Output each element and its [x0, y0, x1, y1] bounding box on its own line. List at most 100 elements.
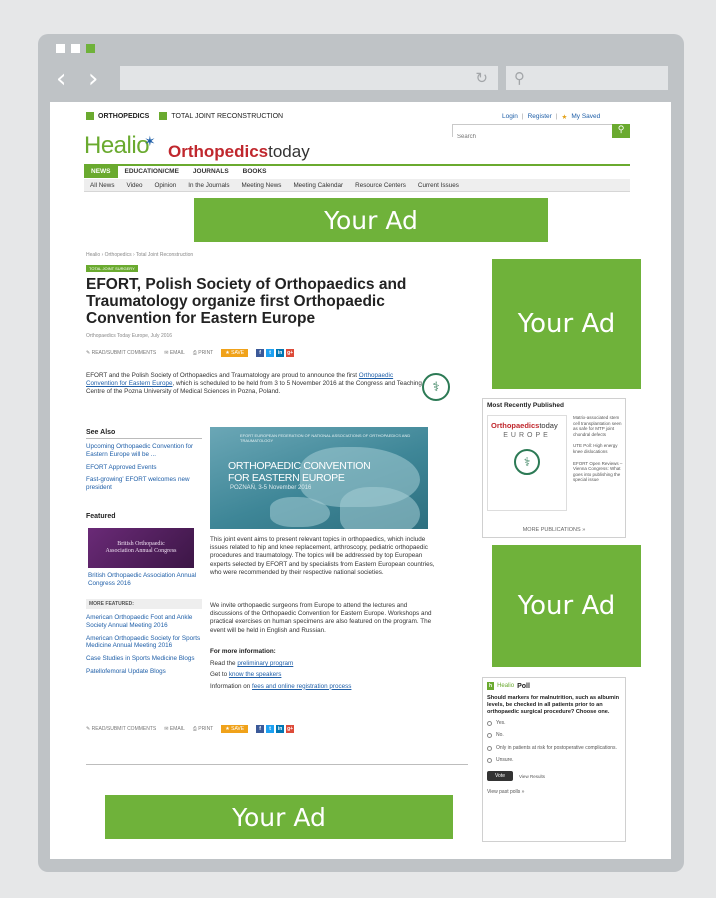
chevron-left-icon[interactable]: ‹ [56, 66, 66, 92]
subnav-video[interactable]: Video [121, 182, 149, 189]
more-featured-header: MORE FEATURED: [86, 599, 202, 609]
subnav-in-the-journals[interactable]: In the Journals [182, 182, 235, 189]
publication-cover[interactable]: Orthopaedicstoday EUROPE ⚕ [487, 415, 567, 511]
site-search-input[interactable] [453, 131, 613, 143]
subnav-opinion[interactable]: Opinion [149, 182, 183, 189]
chevron-right-icon[interactable]: › [88, 66, 98, 92]
featured-caption-link[interactable]: British Orthopaedic Association Annual C… [88, 572, 204, 588]
healio-poll: h Healio Poll Should markers for malnutr… [482, 677, 626, 842]
comments-link[interactable]: ✎ READ/SUBMIT COMMENTS [86, 726, 156, 732]
cover-seal-icon: ⚕ [514, 449, 540, 475]
register-link[interactable]: Register [528, 113, 552, 121]
radio-button[interactable] [487, 721, 492, 726]
view-results-link[interactable]: View Results [519, 774, 545, 779]
nav-education-cme[interactable]: EDUCATION/CME [118, 166, 186, 178]
tag-square-icon [159, 112, 168, 120]
preliminary-program-link[interactable]: preliminary program [237, 660, 293, 667]
vote-button[interactable]: Vote [487, 771, 514, 782]
linkedin-icon[interactable]: in [276, 725, 285, 733]
ad-right-2[interactable]: Your Ad [492, 545, 641, 667]
google-plus-icon[interactable]: g+ [286, 349, 295, 357]
search-button[interactable]: ⚲ [612, 124, 630, 138]
my-saved-link[interactable]: My Saved [571, 113, 600, 121]
poll-option[interactable]: Yes. [483, 720, 625, 726]
window-dot-3[interactable] [86, 44, 95, 53]
facebook-icon[interactable]: f [256, 725, 265, 733]
share-toolbar-bottom: ✎ READ/SUBMIT COMMENTS ✉ EMAIL ⎙ PRINT ★… [86, 725, 295, 733]
poll-option[interactable]: No. [483, 732, 625, 739]
speakers-link[interactable]: know the speakers [229, 671, 282, 678]
nav-journals[interactable]: JOURNALS [186, 166, 236, 178]
more-publications-link[interactable]: MORE PUBLICATIONS » [483, 527, 625, 533]
twitter-icon[interactable]: t [266, 349, 275, 357]
ptoitr-seal-icon: ⚕ [422, 373, 450, 401]
most-recently-published: Most Recently Published Orthopaedicstoda… [482, 398, 626, 538]
facebook-icon[interactable]: f [256, 349, 265, 357]
radio-button[interactable] [487, 733, 492, 739]
past-polls-link[interactable]: View past polls » [483, 783, 625, 795]
ad-right-1[interactable]: Your Ad [492, 259, 641, 389]
mrp-item-link[interactable]: EFORT Open Reviews – Vienna Congress: Wh… [573, 461, 625, 483]
registration-link[interactable]: fees and online registration process [252, 683, 351, 690]
comments-link[interactable]: ✎ READ/SUBMIT COMMENTS [86, 350, 156, 356]
radio-button[interactable] [487, 757, 492, 763]
nav-news[interactable]: NEWS [84, 166, 118, 178]
radio-button[interactable] [487, 745, 492, 751]
convention-banner-image: EFORT EUROPEAN FEDERATION OF NATIONAL AS… [210, 427, 428, 529]
twitter-icon[interactable]: t [266, 725, 275, 733]
see-also-link[interactable]: EFORT Approved Events [86, 464, 202, 472]
linkedin-icon[interactable]: in [276, 349, 285, 357]
subnav-resource-centers[interactable]: Resource Centers [349, 182, 412, 189]
email-link[interactable]: ✉ EMAIL [164, 350, 185, 356]
poll-option-label: No. [496, 732, 504, 739]
ad-banner-top[interactable]: Your Ad [194, 198, 548, 242]
subnav-meeting-news[interactable]: Meeting News [236, 182, 288, 189]
save-button[interactable]: ★ SAVE [221, 725, 249, 733]
info-line: Read the preliminary program [210, 660, 436, 668]
breadcrumb[interactable]: Healio › Orthopedics › Total Joint Recon… [86, 252, 193, 258]
poll-option[interactable]: Only in patients at risk for postoperati… [483, 745, 625, 751]
save-label: SAVE [231, 726, 245, 732]
more-featured-link[interactable]: American Orthopaedic Society for Sports … [86, 635, 206, 651]
comments-label: READ/SUBMIT COMMENTS [91, 726, 157, 732]
topic-tag-orthopedics[interactable]: ORTHOPEDICS [86, 112, 149, 120]
window-controls [56, 44, 95, 53]
poll-option[interactable]: Unsure. [483, 757, 625, 763]
topic-badge[interactable]: TOTAL JOINT SURGERY [86, 265, 138, 272]
print-link[interactable]: ⎙ PRINT [193, 726, 213, 732]
more-info-heading: For more information: [210, 648, 276, 655]
sub-nav: All News Video Opinion In the Journals M… [84, 179, 630, 192]
poll-question: Should markers for malnutrition, such as… [487, 695, 620, 715]
print-link[interactable]: ⎙ PRINT [193, 350, 213, 356]
login-link[interactable]: Login [502, 113, 518, 121]
save-button[interactable]: ★ SAVE [221, 349, 249, 357]
featured-image[interactable]: British Orthopaedic Association Annual C… [88, 528, 194, 568]
see-also-link[interactable]: Upcoming Orthopaedic Convention for East… [86, 443, 202, 459]
topic-tag-tjr[interactable]: TOTAL JOINT RECONSTRUCTION [159, 112, 283, 120]
subnav-all-news[interactable]: All News [84, 182, 121, 189]
more-featured-link[interactable]: American Orthopaedic Foot and Ankle Soci… [86, 614, 206, 630]
email-link[interactable]: ✉ EMAIL [164, 726, 185, 732]
reload-icon[interactable]: ↻ [475, 69, 488, 87]
subnav-current-issues[interactable]: Current Issues [412, 182, 465, 189]
orthopedics-today-logo[interactable]: Orthopedicstoday [168, 142, 310, 162]
subnav-meeting-calendar[interactable]: Meeting Calendar [287, 182, 349, 189]
browser-search-bar[interactable]: ⚲ [506, 66, 668, 90]
divider: | [555, 113, 558, 120]
window-dot-2[interactable] [71, 44, 80, 53]
more-featured-link[interactable]: Case Studies in Sports Medicine Blogs [86, 655, 206, 663]
healio-logo[interactable]: Healio [84, 132, 150, 160]
poll-option-label: Yes. [496, 720, 506, 726]
nav-books[interactable]: BOOKS [236, 166, 274, 178]
see-also-link[interactable]: Fast-growing' EFORT welcomes new preside… [86, 476, 202, 492]
poll-brand: Healio [497, 683, 515, 689]
mrp-item-link[interactable]: Matrix-associated stem cell transplantat… [573, 415, 625, 437]
google-plus-icon[interactable]: g+ [286, 725, 295, 733]
address-bar[interactable]: ↻ [120, 66, 498, 90]
info-line-text: Read the [210, 660, 238, 668]
more-featured-link[interactable]: Patellofemoral Update Blogs [86, 668, 206, 676]
ad-banner-bottom[interactable]: Your Ad [105, 795, 453, 839]
mrp-item-link[interactable]: UTE Poll: High energy knee dislocations [573, 443, 625, 454]
cover-brand-bold: Orthopaedics [491, 421, 540, 430]
window-dot-1[interactable] [56, 44, 65, 53]
